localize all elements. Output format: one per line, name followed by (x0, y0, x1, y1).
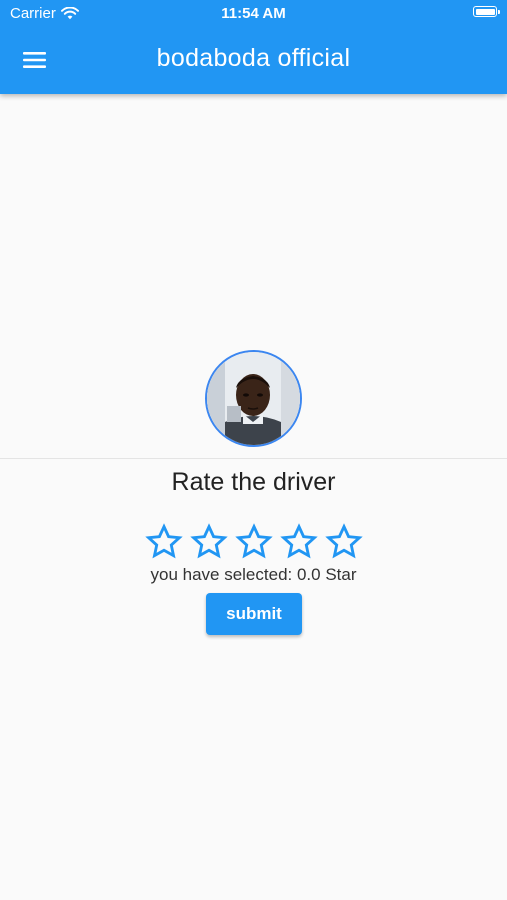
driver-avatar (205, 350, 302, 447)
star-icon[interactable] (324, 523, 363, 561)
divider (0, 458, 507, 459)
driver-photo (207, 352, 300, 445)
app-title: bodaboda official (156, 44, 351, 72)
submit-button[interactable]: submit (206, 593, 302, 635)
rate-driver-title: Rate the driver (171, 468, 336, 496)
status-time: 11:54 AM (221, 5, 286, 22)
app-bar: Carrier 11:54 AM bodaboda official (0, 0, 507, 94)
star-icon[interactable] (234, 523, 273, 561)
selected-rating-text: you have selected: 0.0 Star (150, 565, 357, 584)
status-bar: Carrier 11:54 AM (0, 0, 507, 28)
star-icon[interactable] (189, 523, 228, 561)
star-icon[interactable] (144, 523, 183, 561)
battery-icon (473, 6, 500, 17)
star-icon[interactable] (279, 523, 318, 561)
star-rating[interactable] (0, 523, 507, 561)
